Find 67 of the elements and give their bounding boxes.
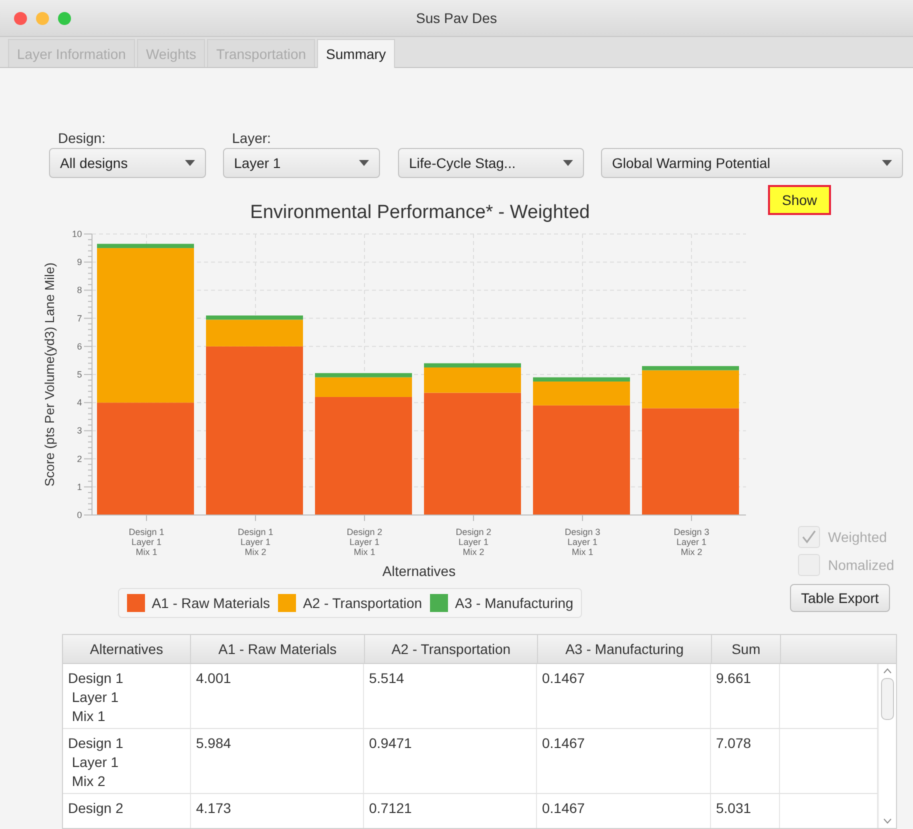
dropdown[interactable]: Layer 1 xyxy=(223,148,380,178)
window-title: Sus Pav Des xyxy=(416,10,497,26)
y-tick-label: 0 xyxy=(76,510,82,520)
y-tick-label: 8 xyxy=(76,285,82,296)
scroll-down-icon[interactable] xyxy=(883,818,892,824)
caret-icon xyxy=(563,160,573,166)
chart-title: Environmental Performance* - Weighted xyxy=(250,202,590,224)
y-tick-label: 3 xyxy=(76,426,82,436)
y-tick-label: 6 xyxy=(76,341,82,352)
legend-label: A3 - Manufacturing xyxy=(455,595,574,611)
caret-icon xyxy=(185,160,195,166)
legend-label: A2 - Transportation xyxy=(302,595,422,611)
table-cell: 0.7121 xyxy=(364,794,537,828)
dropdown[interactable]: All designs xyxy=(49,148,206,178)
table-cell: 0.1467 xyxy=(537,729,711,793)
y-tick-label: 2 xyxy=(76,454,82,464)
column-header[interactable]: A2 - Transportation xyxy=(365,635,538,663)
zoom-button[interactable] xyxy=(58,12,71,24)
scrollbar-thumb[interactable] xyxy=(881,678,894,720)
table-export-button[interactable]: Table Export xyxy=(790,584,890,612)
legend-label: A1 - Raw Materials xyxy=(152,595,270,611)
y-tick-label: 7 xyxy=(76,313,82,324)
checkbox-label: Weighted xyxy=(828,529,887,545)
table-cell: 9.661 xyxy=(711,664,780,728)
show-button[interactable]: Show xyxy=(768,185,832,215)
table-cell: 4.173 xyxy=(191,794,364,828)
scroll-up-icon[interactable] xyxy=(883,668,892,674)
y-tick-label: 10 xyxy=(72,229,82,239)
x-tick-label: Design 2 Layer 1 Mix 2 xyxy=(456,527,492,557)
dropdown[interactable]: Life-Cycle Stag... xyxy=(398,148,584,178)
table-cell: Design 2 xyxy=(63,794,191,828)
caret-icon xyxy=(359,160,369,166)
x-axis-title: Alternatives xyxy=(382,563,456,579)
tab[interactable]: Summary xyxy=(317,39,395,68)
table-cell: 0.1467 xyxy=(537,794,711,828)
column-header[interactable]: Sum xyxy=(712,635,781,663)
x-tick-label: Design 1 Layer 1 Mix 1 xyxy=(128,527,164,557)
column-header[interactable]: A1 - Raw Materials xyxy=(191,635,365,663)
close-button[interactable] xyxy=(14,12,27,24)
table-cell: 4.001 xyxy=(191,664,364,728)
x-tick-label: Design 3 Layer 1 Mix 2 xyxy=(674,527,710,557)
scrollbar[interactable] xyxy=(878,664,896,828)
dropdown[interactable]: Global Warming Potential xyxy=(601,148,903,178)
table-cell: 5.031 xyxy=(711,794,780,828)
x-tick-label: Design 1 Layer 1 Mix 2 xyxy=(238,527,274,557)
caret-icon xyxy=(882,160,892,166)
table-cell: Design 1 Layer 1 Mix 2 xyxy=(63,729,191,793)
y-tick-label: 9 xyxy=(76,257,82,268)
y-tick-label: 4 xyxy=(76,398,82,408)
checkbox-label: Nomalized xyxy=(828,557,894,573)
y-tick-label: 5 xyxy=(76,370,82,380)
table-cell: 5.984 xyxy=(191,729,364,793)
y-axis-title: Score (pts Per Volume(yd3) Lane Mile) xyxy=(42,262,57,486)
table-cell: 7.078 xyxy=(711,729,780,793)
table-cell: 5.514 xyxy=(364,664,537,728)
table-cell: 0.9471 xyxy=(364,729,537,793)
x-tick-label: Design 2 Layer 1 Mix 1 xyxy=(346,527,382,557)
x-tick-label: Design 3 Layer 1 Mix 1 xyxy=(564,527,600,557)
minimize-button[interactable] xyxy=(36,12,49,24)
table-cell: Design 1 Layer 1 Mix 1 xyxy=(63,664,191,728)
y-tick-label: 1 xyxy=(76,482,82,492)
filter-label: Layer: xyxy=(231,130,272,146)
column-header[interactable]: A3 - Manufacturing xyxy=(538,635,712,663)
column-header[interactable]: Alternatives xyxy=(63,635,191,663)
filter-label: Design: xyxy=(57,130,106,146)
table-cell: 0.1467 xyxy=(537,664,711,728)
checkmark-icon xyxy=(801,530,817,544)
